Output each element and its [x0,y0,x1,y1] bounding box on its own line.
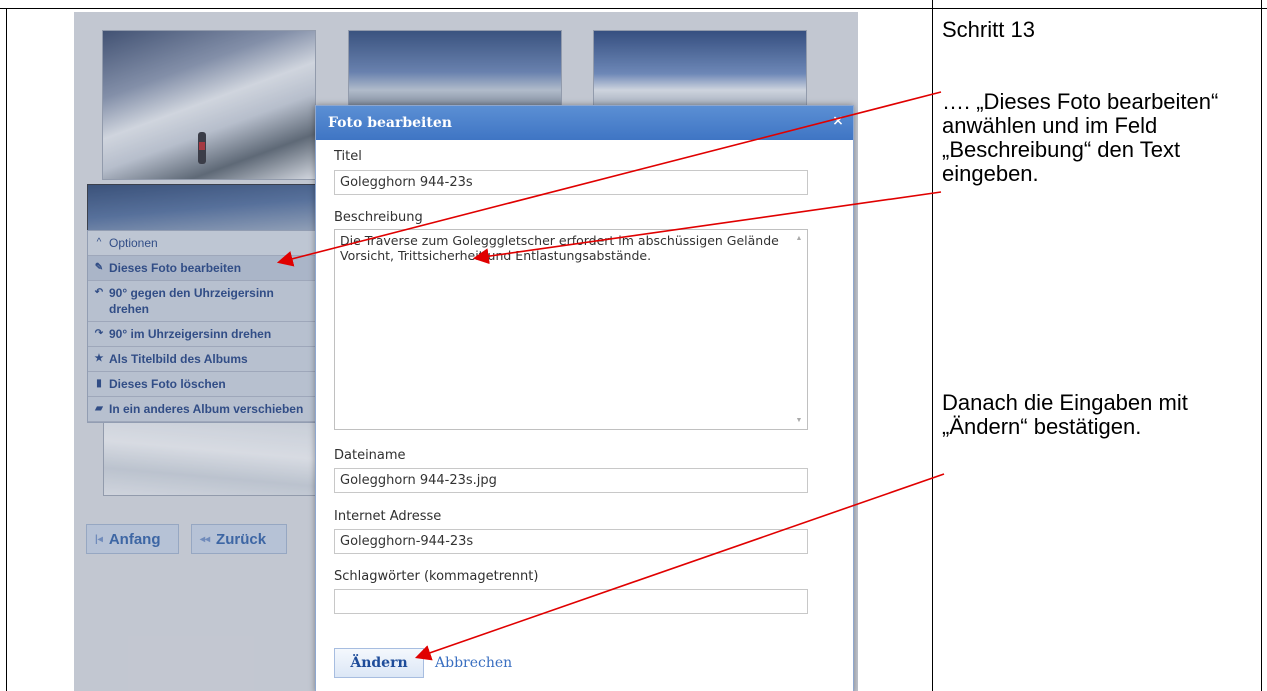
scroll-down-icon[interactable]: ▼ [794,417,804,424]
table-border-middle [932,0,933,691]
cancel-link[interactable]: Abbrechen [435,655,512,671]
filename-input[interactable] [334,468,808,493]
url-label: Internet Adresse [334,509,442,524]
table-border-top [0,8,1267,9]
url-input[interactable] [334,529,808,554]
scroll-up-icon[interactable]: ▲ [794,235,804,242]
table-border-right [1261,0,1262,691]
description-textarea[interactable]: Die Traverse zum Golegggletscher erforde… [334,229,808,430]
dialog-header: Foto bearbeiten × [316,106,853,140]
instruction-text-confirm: Danach die Eingaben mit „Ändern“ bestäti… [942,390,1188,439]
dialog-title: Foto bearbeiten [328,115,452,131]
tags-label: Schlagwörter (kommagetrennt) [334,569,539,584]
filename-label: Dateiname [334,448,406,463]
title-label: Titel [334,149,362,164]
table-border-left [6,8,7,691]
album-screenshot: ^ Optionen ✎ Dieses Foto bearbeiten ↶ 90… [74,12,858,691]
description-label: Beschreibung [334,210,423,225]
instruction-text-edit: …. „Dieses Foto bearbeiten“ anwählen und… [942,89,1219,186]
change-button[interactable]: Ändern [334,648,424,678]
step-heading: Schritt 13 [942,17,1035,42]
tags-input[interactable] [334,589,808,614]
close-icon[interactable]: × [831,114,845,128]
title-input[interactable] [334,170,808,195]
edit-photo-dialog: Foto bearbeiten × Titel Beschreibung Die… [315,105,854,691]
